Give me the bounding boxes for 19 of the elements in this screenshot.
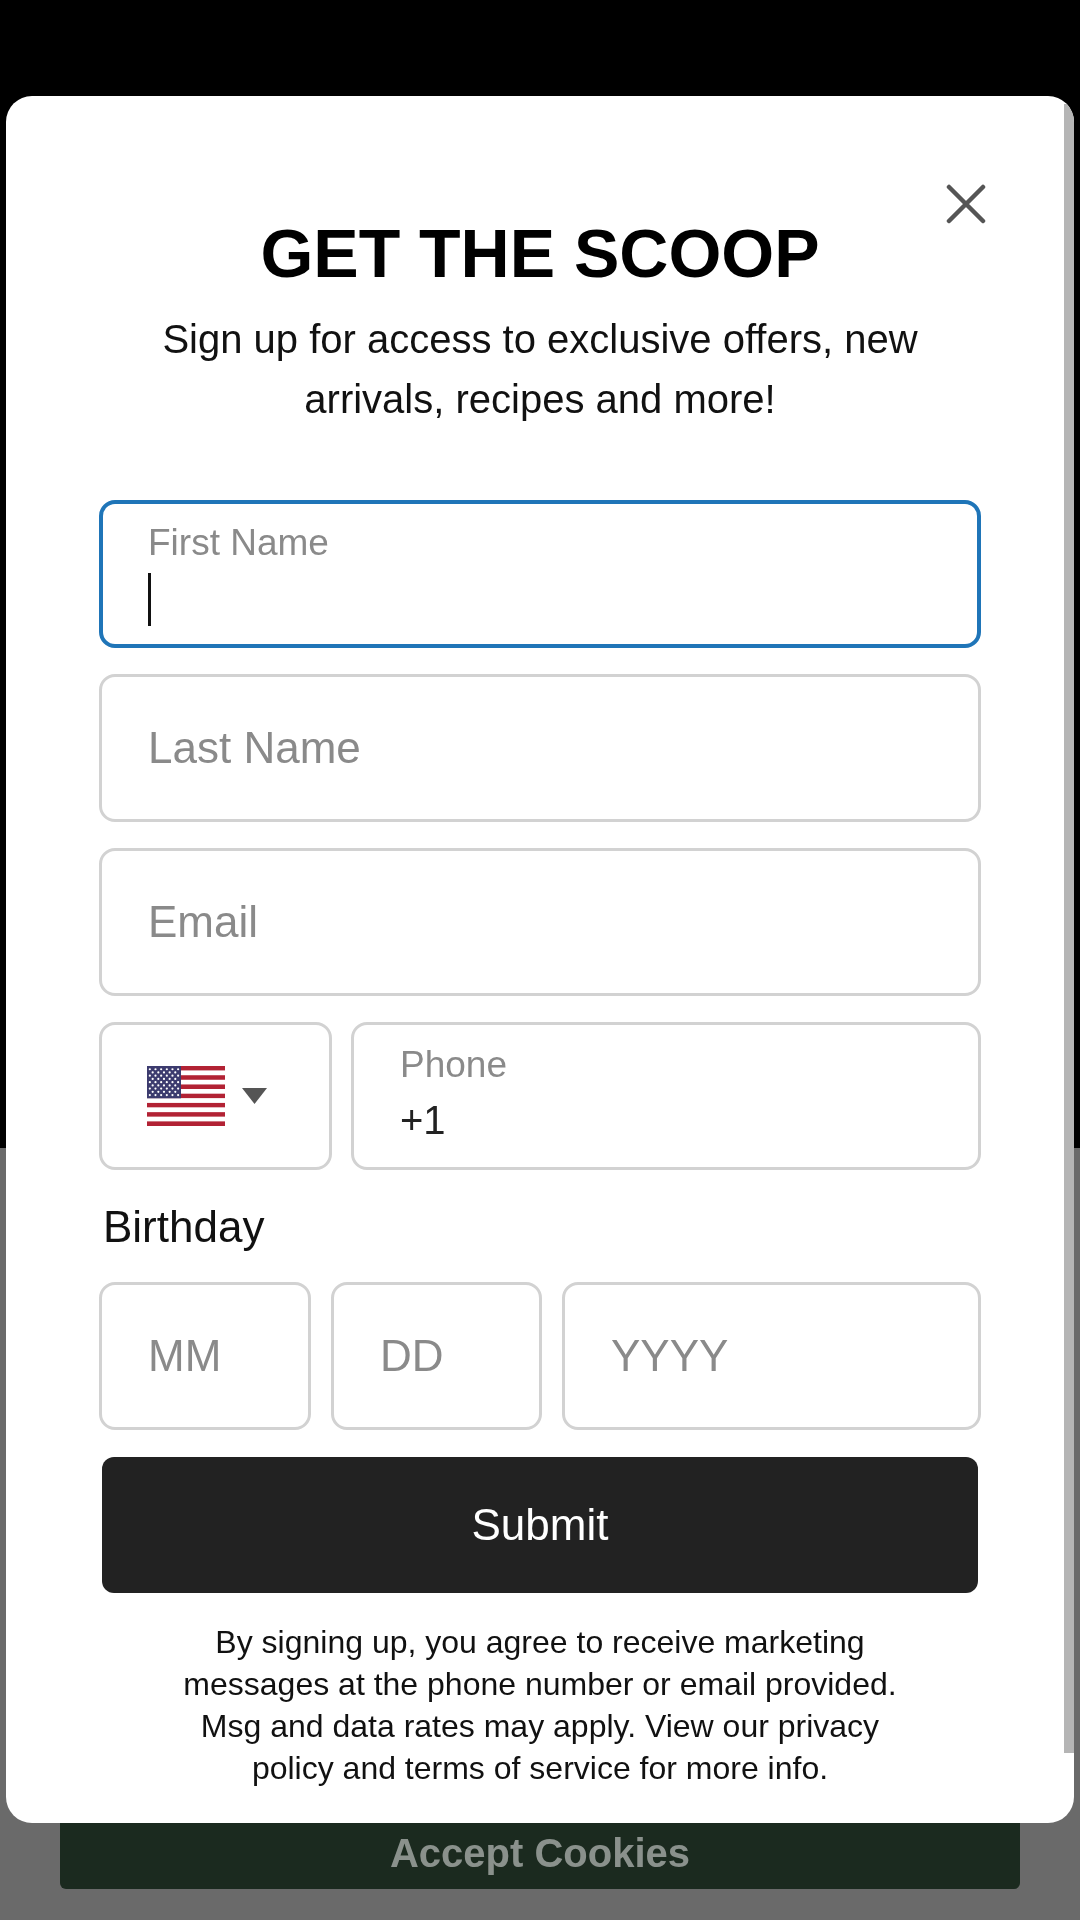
flag-icon [147,1066,225,1126]
date-field[interactable]: MM [99,1282,311,1430]
close-button[interactable] [946,184,986,224]
phone-input[interactable]: +1 [400,1095,978,1145]
phone-field[interactable]: Phone +1 [351,1022,981,1170]
disclaimer-text: By signing up, you agree to receive marketing messages at the phone number or email provided. Msg and data rates may apply. View our privacy policy and terms of service for more info. [182,1623,898,1788]
date-field[interactable]: DD [331,1282,542,1430]
submit-button[interactable]: Submit [102,1457,978,1593]
birthday-label: Birthday [102,1201,266,1253]
modal-subtitle: Sign up for access to exclusive offers, new arrivals, recipes and more! [161,316,919,423]
modal-title: GET THE SCOOP [259,214,821,293]
date-field[interactable]: YYYY [562,1282,981,1430]
input-field[interactable]: Last Name [99,674,981,822]
caret-icon [242,1088,267,1104]
close-icon [946,184,986,224]
input-field[interactable]: Email [99,848,981,996]
scrollbar[interactable] [1064,104,1074,1753]
country-select[interactable] [99,1022,332,1170]
text-cursor-icon [148,573,151,626]
